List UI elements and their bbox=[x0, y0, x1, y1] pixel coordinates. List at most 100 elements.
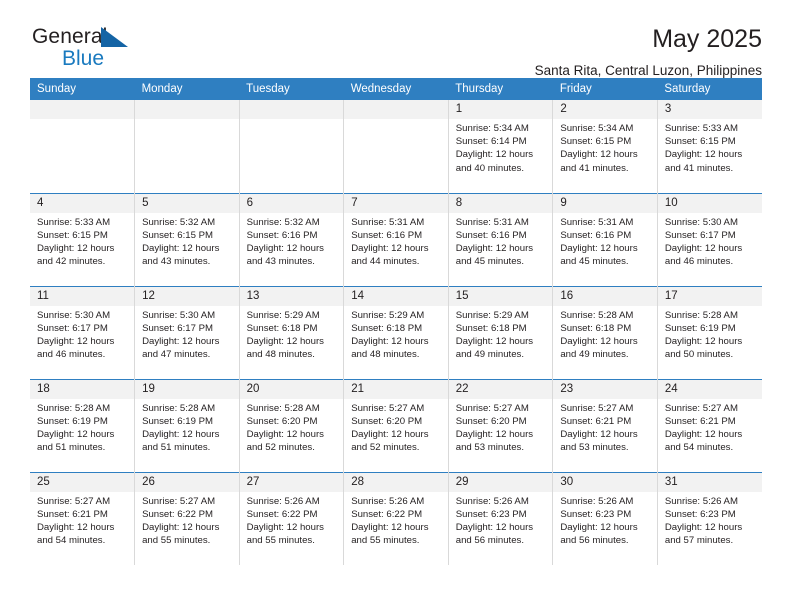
sunset-text: Sunset: 6:19 PM bbox=[664, 322, 736, 334]
day-cell[interactable]: 26 Sunrise: 5:27 AM Sunset: 6:22 PM Dayl… bbox=[134, 471, 240, 565]
day-cell[interactable]: 1 Sunrise: 5:34 AM Sunset: 6:14 PM Dayli… bbox=[447, 100, 554, 193]
sunset-text: Sunset: 6:20 PM bbox=[455, 415, 527, 427]
calendar-header-row: Sunday Monday Tuesday Wednesday Thursday… bbox=[30, 78, 762, 100]
calendar-body: 1 Sunrise: 5:34 AM Sunset: 6:14 PM Dayli… bbox=[30, 100, 762, 565]
day-number: 8 bbox=[448, 193, 553, 213]
day-cell[interactable]: 5 Sunrise: 5:32 AM Sunset: 6:15 PM Dayli… bbox=[134, 192, 240, 286]
daylight-text-line1: Daylight: 12 hours bbox=[560, 521, 638, 533]
daylight-text-line2: and 46 minutes. bbox=[664, 256, 734, 268]
calendar-week-row: 1 Sunrise: 5:34 AM Sunset: 6:14 PM Dayli… bbox=[30, 100, 762, 193]
daylight-text-line1: Daylight: 12 hours bbox=[142, 521, 220, 533]
daylight-text-line2: and 51 minutes. bbox=[37, 442, 106, 454]
day-cell[interactable] bbox=[238, 100, 345, 193]
day-cell[interactable]: 11 Sunrise: 5:30 AM Sunset: 6:17 PM Dayl… bbox=[30, 285, 136, 379]
day-cell[interactable]: 14 Sunrise: 5:29 AM Sunset: 6:18 PM Dayl… bbox=[343, 285, 449, 379]
sunrise-text: Sunrise: 5:27 AM bbox=[455, 402, 529, 414]
day-cell[interactable]: 17 Sunrise: 5:28 AM Sunset: 6:19 PM Dayl… bbox=[656, 285, 762, 379]
day-cell[interactable]: 29 Sunrise: 5:26 AM Sunset: 6:23 PM Dayl… bbox=[447, 471, 554, 565]
sunset-text: Sunset: 6:19 PM bbox=[37, 415, 108, 427]
sunset-text: Sunset: 6:15 PM bbox=[664, 136, 736, 148]
day-info: Sunrise: 5:30 AM Sunset: 6:17 PM Dayligh… bbox=[135, 306, 239, 362]
day-number: 27 bbox=[239, 472, 344, 492]
daylight-text-line1: Daylight: 12 hours bbox=[37, 335, 115, 347]
sunset-text: Sunset: 6:18 PM bbox=[246, 322, 318, 334]
daylight-text-line2: and 46 minutes. bbox=[37, 349, 106, 361]
day-info bbox=[135, 119, 239, 122]
day-number: 4 bbox=[30, 193, 135, 213]
day-cell[interactable]: 10 Sunrise: 5:30 AM Sunset: 6:17 PM Dayl… bbox=[656, 192, 762, 286]
sunrise-text: Sunrise: 5:34 AM bbox=[560, 123, 634, 134]
day-number: 25 bbox=[30, 472, 135, 492]
day-cell[interactable]: 21 Sunrise: 5:27 AM Sunset: 6:20 PM Dayl… bbox=[343, 378, 449, 472]
day-number bbox=[344, 100, 448, 119]
sunrise-text: Sunrise: 5:26 AM bbox=[351, 495, 425, 507]
daylight-text-line2: and 45 minutes. bbox=[455, 256, 525, 268]
day-cell[interactable]: 13 Sunrise: 5:29 AM Sunset: 6:18 PM Dayl… bbox=[238, 285, 345, 379]
brand-logo[interactable]: General Blue bbox=[30, 26, 150, 78]
day-cell[interactable]: 15 Sunrise: 5:29 AM Sunset: 6:18 PM Dayl… bbox=[447, 285, 554, 379]
sunset-text: Sunset: 6:18 PM bbox=[351, 322, 423, 334]
day-cell[interactable]: 28 Sunrise: 5:26 AM Sunset: 6:22 PM Dayl… bbox=[343, 471, 449, 565]
daylight-text-line1: Daylight: 12 hours bbox=[560, 149, 638, 161]
daylight-text-line2: and 56 minutes. bbox=[560, 535, 629, 547]
calendar-week-row: 11 Sunrise: 5:30 AM Sunset: 6:17 PM Dayl… bbox=[30, 285, 762, 379]
daylight-text-line1: Daylight: 12 hours bbox=[455, 335, 534, 347]
page-subtitle: Santa Rita, Central Luzon, Philippines bbox=[534, 63, 762, 79]
day-number: 12 bbox=[135, 286, 239, 306]
day-cell[interactable]: 12 Sunrise: 5:30 AM Sunset: 6:17 PM Dayl… bbox=[134, 285, 240, 379]
daylight-text-line2: and 49 minutes. bbox=[455, 349, 525, 361]
day-cell[interactable]: 6 Sunrise: 5:32 AM Sunset: 6:16 PM Dayli… bbox=[238, 192, 345, 286]
day-cell[interactable]: 9 Sunrise: 5:31 AM Sunset: 6:16 PM Dayli… bbox=[552, 192, 658, 286]
day-number: 29 bbox=[448, 472, 553, 492]
sunset-text: Sunset: 6:16 PM bbox=[560, 229, 632, 241]
day-cell[interactable]: 2 Sunrise: 5:34 AM Sunset: 6:15 PM Dayli… bbox=[552, 100, 658, 193]
day-cell[interactable]: 24 Sunrise: 5:27 AM Sunset: 6:21 PM Dayl… bbox=[656, 378, 762, 472]
day-number: 18 bbox=[30, 379, 135, 399]
day-number: 17 bbox=[657, 286, 762, 306]
weekday-header-monday: Monday bbox=[134, 78, 240, 100]
day-info: Sunrise: 5:29 AM Sunset: 6:18 PM Dayligh… bbox=[344, 306, 448, 362]
sunrise-text: Sunrise: 5:28 AM bbox=[664, 309, 738, 321]
daylight-text-line2: and 53 minutes. bbox=[455, 442, 525, 454]
day-cell[interactable]: 3 Sunrise: 5:33 AM Sunset: 6:15 PM Dayli… bbox=[656, 100, 762, 193]
day-cell[interactable]: 4 Sunrise: 5:33 AM Sunset: 6:15 PM Dayli… bbox=[30, 192, 136, 286]
daylight-text-line1: Daylight: 12 hours bbox=[351, 521, 429, 533]
day-cell[interactable]: 25 Sunrise: 5:27 AM Sunset: 6:21 PM Dayl… bbox=[30, 471, 136, 565]
sunrise-text: Sunrise: 5:26 AM bbox=[560, 495, 634, 507]
triangle-icon bbox=[101, 27, 128, 47]
sunrise-text: Sunrise: 5:29 AM bbox=[455, 309, 529, 321]
day-cell[interactable]: 31 Sunrise: 5:26 AM Sunset: 6:23 PM Dayl… bbox=[656, 471, 762, 565]
day-number: 2 bbox=[553, 100, 657, 119]
day-number: 22 bbox=[448, 379, 553, 399]
day-cell[interactable]: 7 Sunrise: 5:31 AM Sunset: 6:16 PM Dayli… bbox=[343, 192, 449, 286]
day-cell[interactable]: 8 Sunrise: 5:31 AM Sunset: 6:16 PM Dayli… bbox=[447, 192, 554, 286]
day-cell[interactable]: 16 Sunrise: 5:28 AM Sunset: 6:18 PM Dayl… bbox=[552, 285, 658, 379]
sunset-text: Sunset: 6:19 PM bbox=[142, 415, 213, 427]
day-cell[interactable]: 30 Sunrise: 5:26 AM Sunset: 6:23 PM Dayl… bbox=[552, 471, 658, 565]
sunset-text: Sunset: 6:17 PM bbox=[664, 229, 736, 241]
day-cell[interactable]: 27 Sunrise: 5:26 AM Sunset: 6:22 PM Dayl… bbox=[238, 471, 345, 565]
day-cell[interactable] bbox=[134, 100, 240, 193]
daylight-text-line2: and 51 minutes. bbox=[142, 442, 211, 454]
sunrise-text: Sunrise: 5:33 AM bbox=[664, 123, 738, 134]
day-info: Sunrise: 5:31 AM Sunset: 6:16 PM Dayligh… bbox=[344, 213, 448, 269]
day-cell[interactable]: 18 Sunrise: 5:28 AM Sunset: 6:19 PM Dayl… bbox=[30, 378, 136, 472]
daylight-text-line2: and 56 minutes. bbox=[455, 535, 525, 547]
day-info: Sunrise: 5:28 AM Sunset: 6:19 PM Dayligh… bbox=[30, 399, 134, 455]
day-cell[interactable]: 20 Sunrise: 5:28 AM Sunset: 6:20 PM Dayl… bbox=[238, 378, 345, 472]
day-info: Sunrise: 5:26 AM Sunset: 6:22 PM Dayligh… bbox=[240, 492, 344, 548]
day-number: 30 bbox=[553, 472, 657, 492]
day-cell[interactable]: 23 Sunrise: 5:27 AM Sunset: 6:21 PM Dayl… bbox=[552, 378, 658, 472]
sunset-text: Sunset: 6:21 PM bbox=[37, 508, 108, 520]
sunset-text: Sunset: 6:16 PM bbox=[455, 229, 527, 241]
day-info: Sunrise: 5:26 AM Sunset: 6:22 PM Dayligh… bbox=[344, 492, 448, 548]
daylight-text-line1: Daylight: 12 hours bbox=[560, 335, 638, 347]
day-info: Sunrise: 5:28 AM Sunset: 6:19 PM Dayligh… bbox=[658, 306, 762, 362]
daylight-text-line2: and 48 minutes. bbox=[351, 349, 420, 361]
day-cell[interactable] bbox=[30, 100, 136, 193]
day-cell[interactable]: 19 Sunrise: 5:28 AM Sunset: 6:19 PM Dayl… bbox=[134, 378, 240, 472]
day-cell[interactable]: 22 Sunrise: 5:27 AM Sunset: 6:20 PM Dayl… bbox=[447, 378, 554, 472]
day-number: 23 bbox=[553, 379, 657, 399]
day-cell[interactable] bbox=[343, 100, 449, 193]
daylight-text-line2: and 41 minutes. bbox=[560, 162, 629, 174]
